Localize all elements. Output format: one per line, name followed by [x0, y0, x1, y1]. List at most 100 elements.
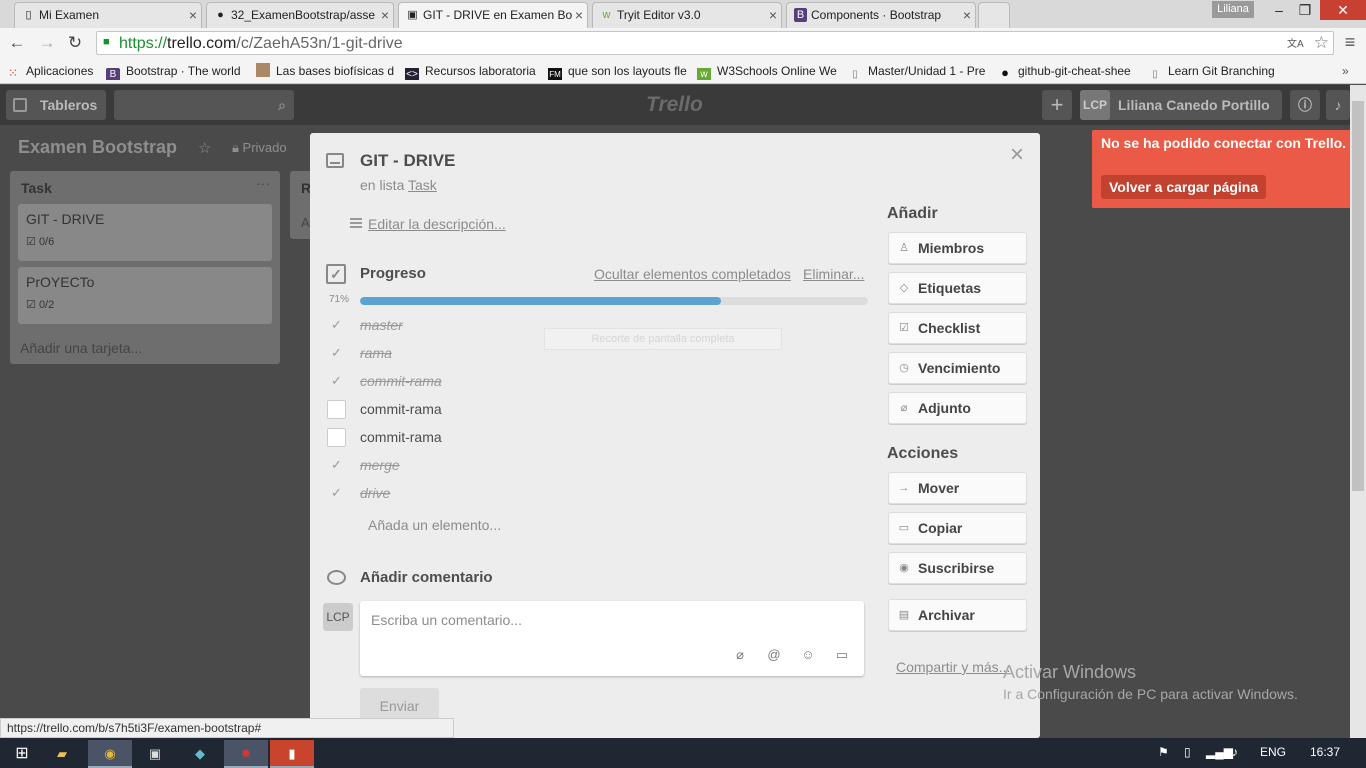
avatar[interactable]: LCP — [323, 603, 353, 631]
checkbox[interactable]: ✓ — [327, 344, 346, 363]
subscribe-button[interactable]: ◉ Suscribirse — [888, 552, 1027, 584]
checkbox[interactable]: ✓ — [327, 316, 346, 335]
browser-profile-badge[interactable]: Liliana — [1212, 1, 1254, 18]
trello-logo[interactable]: Trello — [646, 93, 703, 117]
translate-icon[interactable]: 文A — [1287, 35, 1305, 51]
bookmark-item[interactable]: B Bootstrap · The world — [106, 62, 244, 80]
due-date-button[interactable]: ◷ Vencimiento — [888, 352, 1027, 384]
language-indicator[interactable]: ENG — [1260, 745, 1286, 759]
bookmark-item[interactable]: Las bases biofísicas d — [256, 62, 396, 80]
share-more-link[interactable]: Compartir y más... — [896, 659, 1010, 675]
browser-tab[interactable]: w Tryit Editor v3.0 × — [592, 2, 782, 28]
sublime-icon[interactable]: ▣ — [133, 740, 177, 768]
card-title[interactable]: GIT - DRIVE — [360, 151, 455, 171]
bookmark-item[interactable]: FM que son los layouts fle — [548, 62, 688, 80]
checklist-title[interactable]: Progreso — [360, 265, 426, 282]
close-tab-icon[interactable]: × — [189, 3, 197, 27]
list-menu-icon[interactable]: ··· — [256, 175, 270, 191]
bookmark-item[interactable]: ▯ Learn Git Branching — [1148, 62, 1278, 80]
back-icon[interactable]: ← — [6, 32, 28, 54]
reload-icon[interactable]: ↻ — [64, 32, 86, 54]
scrollbar-thumb[interactable] — [1352, 101, 1364, 491]
checklist-button[interactable]: ☑ Checklist — [888, 312, 1027, 344]
star-icon[interactable]: ☆ — [198, 139, 211, 157]
hide-completed-link[interactable]: Ocultar elementos completados — [594, 266, 791, 282]
close-tab-icon[interactable]: × — [575, 3, 583, 27]
network-icon[interactable]: ▂▄▆ — [1206, 745, 1233, 759]
mention-icon[interactable]: @ — [766, 647, 782, 663]
url-input[interactable]: ■ https://trello.com/c/ZaehA53n/1-git-dr… — [96, 31, 1334, 55]
battery-icon[interactable]: ▯ — [1184, 745, 1191, 759]
more-bookmarks-icon[interactable]: » — [1342, 62, 1358, 80]
paperclip-icon[interactable]: ⌀ — [732, 647, 748, 663]
new-tab-button[interactable] — [978, 2, 1010, 28]
checkbox[interactable]: ✓ — [327, 456, 346, 475]
comment-input[interactable]: Escriba un comentario... ⌀ @ ☺ ▭ — [360, 601, 864, 676]
browser-tab[interactable]: B Components · Bootstrap × — [786, 2, 976, 28]
board-title[interactable]: Examen Bootstrap — [18, 137, 177, 158]
app-icon[interactable]: ▮ — [270, 740, 314, 768]
member-menu-button[interactable]: LCP Liliana Canedo Portillo — [1080, 90, 1282, 120]
browser-tab[interactable]: ● 32_ExamenBootstrap/asse × — [206, 2, 394, 28]
checkbox[interactable]: ✓ — [327, 484, 346, 503]
minimize-icon[interactable]: – — [1266, 0, 1292, 20]
bookmark-item[interactable]: ⁙ Aplicaciones — [6, 62, 98, 80]
chrome-icon[interactable]: ◉ — [88, 740, 132, 768]
edit-description-link[interactable]: Editar la descripción... — [368, 216, 506, 232]
add-card-link[interactable]: Añadir una tarjeta... — [20, 340, 142, 356]
bookmark-item[interactable]: ● github-git-cheat-shee — [998, 62, 1138, 80]
visibility-button[interactable]: 🔒︎ Privado — [232, 140, 287, 156]
browser-tab-active[interactable]: ▣ GIT - DRIVE en Examen Bo × — [398, 2, 588, 28]
delete-checklist-link[interactable]: Eliminar... — [803, 266, 864, 282]
clock[interactable]: 16:37 — [1310, 745, 1340, 759]
close-window-icon[interactable]: ✕ — [1320, 0, 1366, 20]
attachment-button[interactable]: ⌀ Adjunto — [888, 392, 1027, 424]
page-scrollbar[interactable] — [1350, 85, 1366, 738]
volume-icon[interactable]: ♪ — [1232, 745, 1238, 759]
close-icon[interactable]: × — [1010, 141, 1024, 169]
emoji-icon[interactable]: ☺ — [800, 647, 816, 663]
close-tab-icon[interactable]: × — [963, 3, 971, 27]
checklist-item[interactable]: ✓ drive — [327, 482, 857, 504]
checklist-item[interactable]: ✓ commit-rama — [327, 370, 857, 392]
windows-taskbar: ⊞ ▰ ◉ ▣ ◆ ✹ ▮ ⚑ ▯ ▂▄▆ ♪ ENG 16:37 — [0, 738, 1366, 768]
list-link[interactable]: Task — [408, 177, 437, 193]
notifications-icon[interactable]: ♪ — [1326, 90, 1350, 120]
copy-button[interactable]: ▭ Copiar — [888, 512, 1027, 544]
app-icon[interactable]: ◆ — [178, 740, 222, 768]
file-explorer-icon[interactable]: ▰ — [40, 740, 84, 768]
bookmark-item[interactable]: <> Recursos laboratoria — [405, 62, 539, 80]
windows-start-icon[interactable]: ⊞ — [0, 740, 44, 768]
restore-icon[interactable]: ❐ — [1292, 0, 1318, 20]
boards-button[interactable]: Tableros — [6, 90, 106, 120]
list-title[interactable]: Task — [21, 180, 52, 196]
close-tab-icon[interactable]: × — [769, 3, 777, 27]
close-tab-icon[interactable]: × — [381, 3, 389, 27]
labels-button[interactable]: ◇ Etiquetas — [888, 272, 1027, 304]
forward-icon[interactable]: → — [36, 32, 58, 54]
checkbox[interactable] — [327, 400, 346, 419]
flag-icon[interactable]: ⚑ — [1158, 745, 1169, 759]
archive-button[interactable]: ▤ Archivar — [888, 599, 1027, 631]
reload-page-button[interactable]: Volver a cargar página — [1101, 175, 1267, 199]
browser-tab[interactable]: ▯ Mi Examen × — [14, 2, 202, 28]
list-card[interactable]: GIT - DRIVE ☑ 0/6 — [18, 204, 272, 261]
info-icon[interactable]: ⓘ — [1290, 90, 1320, 120]
checkbox[interactable]: ✓ — [327, 372, 346, 391]
add-icon[interactable]: + — [1042, 90, 1072, 120]
members-button[interactable]: ♙ Miembros — [888, 232, 1027, 264]
move-button[interactable]: → Mover — [888, 472, 1027, 504]
header-search-input[interactable]: ⌕ — [114, 90, 294, 120]
bookmark-item[interactable]: ▯ Master/Unidad 1 - Pre — [848, 62, 988, 80]
list-card[interactable]: PrOYECTo ☑ 0/2 — [18, 267, 272, 324]
checklist-item[interactable]: ✓ merge — [327, 454, 857, 476]
card-icon[interactable]: ▭ — [834, 647, 850, 663]
app-icon[interactable]: ✹ — [224, 740, 268, 768]
checklist-item[interactable]: commit-rama — [327, 398, 857, 420]
checkbox[interactable] — [327, 428, 346, 447]
bookmark-item[interactable]: w W3Schools Online We — [697, 62, 837, 80]
bookmark-star-icon[interactable]: ☆ — [1314, 33, 1329, 53]
checklist-item[interactable]: commit-rama — [327, 426, 857, 448]
add-item-link[interactable]: Añada un elemento... — [368, 517, 501, 533]
browser-menu-icon[interactable]: ≡ — [1340, 32, 1360, 53]
